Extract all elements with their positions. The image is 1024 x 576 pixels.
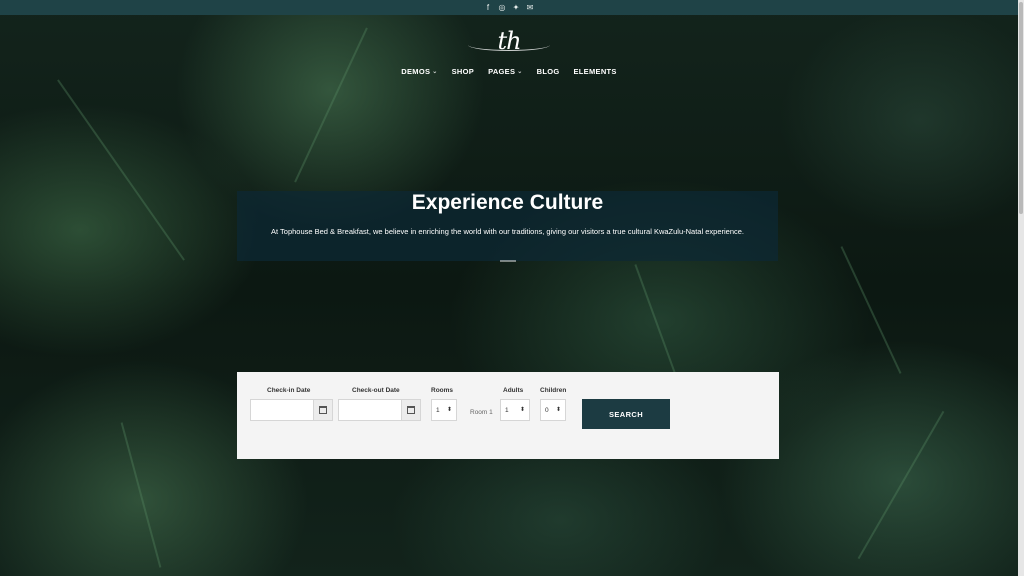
sort-arrows-icon: ⬍ <box>555 407 561 413</box>
nav-item-label: SHOP <box>451 67 475 76</box>
adults-label: Adults <box>503 387 524 394</box>
page-scrollbar[interactable] <box>1018 0 1024 576</box>
hero-background-ferns <box>0 0 1024 576</box>
nav-item-pages[interactable]: PAGES ⌄ <box>488 67 523 76</box>
chevron-down-icon: ⌄ <box>517 69 523 75</box>
nav-item-label: PAGES <box>488 67 516 76</box>
instagram-icon[interactable]: ◎ <box>498 3 506 12</box>
children-value: 0 <box>545 406 549 414</box>
twitter-icon[interactable]: ✦ <box>512 3 520 12</box>
rooms-label: Rooms <box>431 387 454 394</box>
hero-description: At Tophouse Bed & Breakfast, we believe … <box>270 227 745 236</box>
calendar-icon <box>407 406 415 414</box>
logo-swoosh <box>468 39 550 51</box>
children-label: Children <box>540 387 567 394</box>
hero-title: Experience Culture <box>411 191 604 214</box>
hero-banner: Experience Culture At Tophouse Bed & Bre… <box>237 191 778 261</box>
fern-decoration <box>57 79 185 261</box>
adults-value: 1 <box>505 406 509 414</box>
sort-arrows-icon: ⬍ <box>519 407 525 413</box>
nav-item-blog[interactable]: BLOG <box>537 67 560 76</box>
checkout-calendar-button[interactable] <box>401 399 421 421</box>
checkout-date-input[interactable] <box>338 399 402 421</box>
main-navigation: DEMOS ⌄ SHOP PAGES ⌄ BLOG ELEMENTS <box>0 67 1018 76</box>
nav-item-shop[interactable]: SHOP <box>452 67 474 76</box>
hero-divider <box>500 260 516 262</box>
site-logo[interactable]: th <box>468 22 550 60</box>
checkin-label: Check-in Date <box>267 387 311 394</box>
search-button[interactable]: SEARCH <box>582 399 670 429</box>
rooms-value: 1 <box>436 406 440 414</box>
room-row-label: Room 1 <box>470 409 493 416</box>
scrollbar-thumb[interactable] <box>1019 2 1023 214</box>
checkin-calendar-button[interactable] <box>313 399 333 421</box>
sort-arrows-icon: ⬍ <box>446 407 452 413</box>
adults-select[interactable]: 1 ⬍ <box>500 399 530 421</box>
fern-decoration <box>840 246 902 374</box>
nav-item-label: BLOG <box>536 67 560 76</box>
nav-item-label: DEMOS <box>401 67 431 76</box>
top-bar: f ◎ ✦ ✉ <box>0 0 1018 15</box>
booking-form: Check-in Date Check-out Date Rooms 1 ⬍ R… <box>237 372 779 459</box>
nav-item-demos[interactable]: DEMOS ⌄ <box>401 67 437 76</box>
facebook-icon[interactable]: f <box>484 3 492 12</box>
checkin-date-input[interactable] <box>250 399 314 421</box>
email-icon[interactable]: ✉ <box>526 3 534 12</box>
checkout-label: Check-out Date <box>352 387 400 394</box>
fern-decoration <box>120 422 162 568</box>
fern-decoration <box>294 27 368 183</box>
fern-decoration <box>857 410 945 560</box>
rooms-select[interactable]: 1 ⬍ <box>431 399 457 421</box>
children-select[interactable]: 0 ⬍ <box>540 399 566 421</box>
nav-item-label: ELEMENTS <box>573 67 617 76</box>
nav-item-elements[interactable]: ELEMENTS <box>573 67 616 76</box>
chevron-down-icon: ⌄ <box>432 69 438 75</box>
calendar-icon <box>319 406 327 414</box>
